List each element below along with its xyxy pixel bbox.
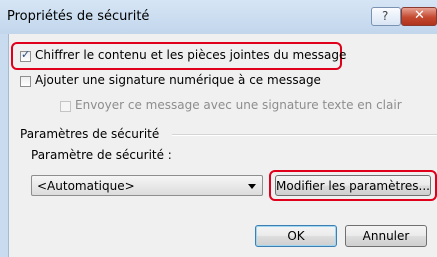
encrypt-checkbox[interactable]: ✓ xyxy=(20,48,31,62)
modify-settings-button[interactable]: Modifier les paramètres... xyxy=(275,175,431,196)
dialog-body: ✓ Chiffrer le contenu et les pièces join… xyxy=(8,34,437,257)
security-settings-group-label: Paramètres de sécurité xyxy=(20,127,160,141)
clear-text-signature-label: Envoyer ce message avec une signature te… xyxy=(75,98,402,112)
sign-label[interactable]: Ajouter une signature numérique à ce mes… xyxy=(35,73,321,87)
modify-settings-button-label: Modifier les paramètres... xyxy=(276,179,430,193)
group-separator xyxy=(172,134,437,136)
clear-text-signature-checkbox[interactable] xyxy=(60,101,71,112)
cancel-button-label: Annuler xyxy=(362,229,410,243)
dropdown-selected-value: <Automatique> xyxy=(37,179,135,193)
help-button[interactable]: ? xyxy=(371,7,401,26)
ok-button[interactable]: OK xyxy=(255,225,337,247)
security-setting-field-label: Paramètre de sécurité : xyxy=(31,148,172,162)
security-properties-dialog: Propriétés de sécurité ? ✕ ✓ Chiffrer le… xyxy=(0,0,437,257)
ok-button-label: OK xyxy=(287,229,305,243)
checkmark-icon: ✓ xyxy=(21,48,31,61)
chevron-down-icon xyxy=(248,184,256,189)
encrypt-label[interactable]: Chiffrer le contenu et les pièces jointe… xyxy=(35,48,346,62)
close-icon: ✕ xyxy=(414,8,425,23)
question-mark-icon: ? xyxy=(382,9,389,23)
dialog-title: Propriétés de sécurité xyxy=(7,9,150,24)
sign-checkbox[interactable] xyxy=(20,76,31,87)
cancel-button[interactable]: Annuler xyxy=(345,225,427,247)
close-button[interactable]: ✕ xyxy=(401,7,437,26)
security-setting-dropdown[interactable]: <Automatique> xyxy=(31,175,263,196)
title-bar[interactable]: Propriétés de sécurité ? ✕ xyxy=(0,0,437,34)
